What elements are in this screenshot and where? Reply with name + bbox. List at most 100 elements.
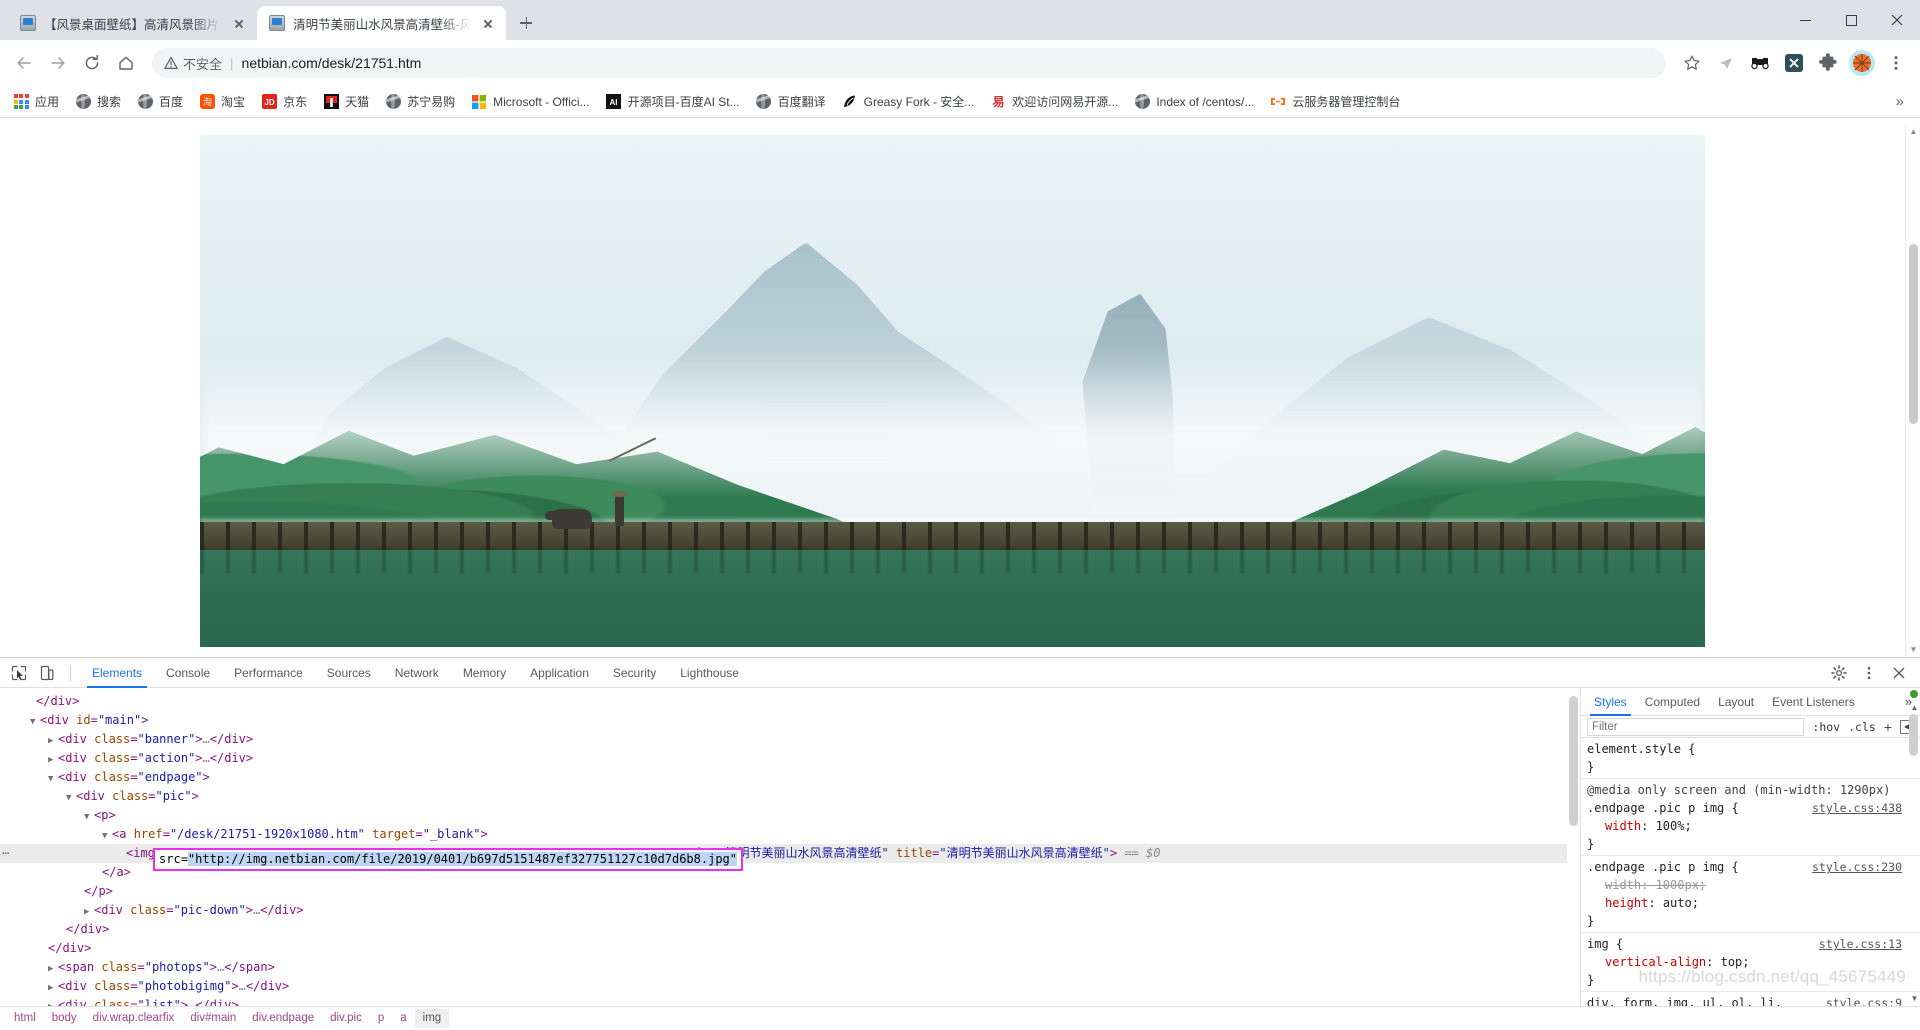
styles-tab-layout[interactable]: Layout bbox=[1709, 688, 1763, 716]
bookmark-aliyun-console[interactable]: 云服务器管理控制台 bbox=[1263, 90, 1407, 113]
styles-scrollbar[interactable]: ▲ ▼ bbox=[1907, 688, 1920, 1006]
new-tab-button[interactable] bbox=[512, 9, 540, 37]
src-attr-value[interactable]: "http://img.netbian.com/file/2019/0401/b… bbox=[187, 852, 738, 866]
rule-value[interactable]: auto; bbox=[1663, 896, 1699, 910]
breadcrumb-div-pic[interactable]: div.pic bbox=[322, 1009, 370, 1028]
bookmarks-overflow-button[interactable]: » bbox=[1886, 93, 1914, 110]
breadcrumb-div-wrap[interactable]: div.wrap.clearfix bbox=[85, 1009, 183, 1028]
styles-tab-styles[interactable]: Styles bbox=[1585, 688, 1636, 716]
dom-line[interactable]: ▼ <a href="/desk/21751-1920x1080.htm" tar… bbox=[0, 825, 1580, 844]
rule-source-link[interactable]: style.css:438 bbox=[1812, 799, 1902, 817]
bookmark-netease-open-source[interactable]: 易 欢迎访问网易开源... bbox=[983, 90, 1125, 113]
dom-line[interactable]: </div> bbox=[0, 939, 1580, 958]
scrollbar-thumb[interactable] bbox=[1909, 714, 1918, 756]
scrollbar-thumb[interactable] bbox=[1909, 244, 1918, 424]
scroll-up-arrow[interactable]: ▲ bbox=[1906, 124, 1920, 139]
dom-line[interactable]: ▼ <p> bbox=[0, 806, 1580, 825]
src-attribute-editor[interactable]: src="http://img.netbian.com/file/2019/04… bbox=[153, 848, 744, 871]
devtools-tab-performance[interactable]: Performance bbox=[223, 658, 314, 688]
close-window-button[interactable] bbox=[1874, 0, 1920, 40]
scrollbar-thumb[interactable] bbox=[1569, 696, 1578, 826]
rule-source-link[interactable]: style.css:13 bbox=[1819, 935, 1902, 953]
rule-property[interactable]: width bbox=[1605, 819, 1641, 833]
dom-line[interactable]: </div> bbox=[0, 692, 1580, 711]
three-dot-menu-icon[interactable] bbox=[1856, 661, 1882, 685]
style-rule-reset[interactable]: div, form, img, ul, ol, li, dl, dt, dd {… bbox=[1581, 992, 1920, 1006]
styles-tab-computed[interactable]: Computed bbox=[1636, 688, 1709, 716]
bookmark-baidu-ai-studio[interactable]: AI 开源项目-百度AI St... bbox=[599, 90, 747, 113]
rule-property[interactable]: height bbox=[1605, 896, 1648, 910]
bookmark-microsoft[interactable]: Microsoft - Offici... bbox=[464, 91, 596, 113]
devtools-tab-console[interactable]: Console bbox=[155, 658, 221, 688]
security-warning[interactable]: 不安全 bbox=[164, 54, 222, 73]
close-tab-icon[interactable] bbox=[480, 15, 496, 31]
bookmark-baidu[interactable]: 百度 bbox=[130, 90, 190, 113]
dom-line[interactable]: </p> bbox=[0, 882, 1580, 901]
breadcrumb-img[interactable]: img bbox=[414, 1009, 450, 1028]
dom-line[interactable]: ▶ <span class="photops">…</span> bbox=[0, 958, 1580, 977]
dom-tree-scrollbar[interactable] bbox=[1567, 688, 1580, 1006]
devtools-tab-application[interactable]: Application bbox=[519, 658, 600, 688]
scroll-down-arrow[interactable]: ▼ bbox=[1909, 993, 1920, 1004]
devtools-tab-network[interactable]: Network bbox=[384, 658, 450, 688]
devtools-tab-security[interactable]: Security bbox=[602, 658, 667, 688]
dom-line[interactable]: ▼ <div class="endpage"> bbox=[0, 768, 1580, 787]
wallpaper-image[interactable] bbox=[200, 135, 1705, 647]
rule-source-link[interactable]: style.css:230 bbox=[1812, 858, 1902, 876]
page-scrollbar[interactable]: ▲ ▼ bbox=[1905, 124, 1920, 657]
style-rule-endpage-img[interactable]: .endpage .pic p img {style.css:230 width… bbox=[1581, 856, 1920, 934]
style-rule-element-style[interactable]: element.style { } bbox=[1581, 738, 1920, 780]
paper-plane-extension-icon[interactable] bbox=[1712, 49, 1740, 77]
bookmark-baidu-translate[interactable]: 百度翻译 bbox=[749, 90, 833, 113]
reload-icon[interactable] bbox=[76, 47, 108, 79]
dom-line[interactable]: </div> bbox=[0, 920, 1580, 939]
styles-filter-input[interactable] bbox=[1587, 717, 1805, 736]
binoculars-extension-icon[interactable] bbox=[1746, 49, 1774, 77]
dom-line[interactable]: ▼ <div id="main"> bbox=[0, 711, 1580, 730]
address-bar[interactable]: 不安全 | netbian.com/desk/21751.htm bbox=[152, 48, 1666, 78]
dom-line[interactable]: ▶<div class="list">…</div> bbox=[0, 996, 1580, 1006]
breadcrumb-p[interactable]: p bbox=[370, 1009, 392, 1028]
rule-value[interactable]: 100%; bbox=[1656, 819, 1692, 833]
rule-source-link[interactable]: style.css:9 bbox=[1826, 994, 1902, 1006]
devtools-tab-sources[interactable]: Sources bbox=[316, 658, 382, 688]
browser-tab-1[interactable]: 【风景桌面壁纸】高清风景图片- bbox=[8, 6, 257, 40]
breadcrumb-div-endpage[interactable]: div.endpage bbox=[244, 1009, 322, 1028]
close-icon[interactable] bbox=[1886, 661, 1912, 685]
new-style-rule-button[interactable]: + bbox=[1884, 719, 1892, 735]
class-editor-toggle[interactable]: .cls bbox=[1848, 720, 1876, 734]
star-icon[interactable] bbox=[1676, 47, 1708, 79]
three-dot-menu-icon[interactable] bbox=[1880, 47, 1912, 79]
rule-value[interactable]: top; bbox=[1721, 955, 1750, 969]
dom-line[interactable]: ▶ <div class="banner">…</div> bbox=[0, 730, 1580, 749]
dom-line[interactable]: ▶ <div class="pic-down">…</div> bbox=[0, 901, 1580, 920]
bookmark-centos-index[interactable]: Index of /centos/... bbox=[1127, 91, 1261, 113]
x-extension-icon[interactable] bbox=[1780, 49, 1808, 77]
rule-property[interactable]: vertical-align bbox=[1605, 955, 1706, 969]
bookmark-tmall[interactable]: 天猫 bbox=[316, 90, 376, 113]
close-tab-icon[interactable] bbox=[231, 15, 247, 31]
devtools-tab-memory[interactable]: Memory bbox=[452, 658, 517, 688]
breadcrumb-body[interactable]: body bbox=[44, 1009, 85, 1028]
bookmark-apps[interactable]: 应用 bbox=[6, 90, 66, 113]
dom-line[interactable]: ▶ <div class="photobigimg">…</div> bbox=[0, 977, 1580, 996]
style-rule-media-endpage-img[interactable]: @media only screen and (min-width: 1290p… bbox=[1581, 779, 1920, 857]
bookmark-suning[interactable]: 苏宁易购 bbox=[378, 90, 462, 113]
toggle-device-toolbar-icon[interactable] bbox=[34, 661, 60, 685]
maximize-window-button[interactable] bbox=[1828, 0, 1874, 40]
bookmark-greasy-fork[interactable]: Greasy Fork - 安全... bbox=[835, 90, 982, 113]
dom-line[interactable]: ▼ <div class="pic"> bbox=[0, 787, 1580, 806]
gear-icon[interactable] bbox=[1826, 661, 1852, 685]
hover-state-toggle[interactable]: :hov bbox=[1812, 720, 1840, 734]
breadcrumb-a[interactable]: a bbox=[392, 1009, 414, 1028]
scroll-up-arrow[interactable]: ▲ bbox=[1909, 702, 1920, 713]
breadcrumb-html[interactable]: html bbox=[6, 1009, 44, 1028]
basketball-profile-avatar[interactable] bbox=[1848, 49, 1876, 77]
styles-rules-list[interactable]: element.style { } @media only screen and… bbox=[1581, 738, 1920, 1006]
breadcrumb-div-main[interactable]: div#main bbox=[182, 1009, 244, 1028]
bookmark-jd[interactable]: JD 京东 bbox=[254, 90, 314, 113]
style-rule-img[interactable]: img {style.css:13 vertical-align: top; } bbox=[1581, 933, 1920, 993]
browser-tab-2[interactable]: 清明节美丽山水风景高清壁纸-风 bbox=[257, 6, 507, 40]
scroll-down-arrow[interactable]: ▼ bbox=[1906, 642, 1920, 657]
devtools-tab-lighthouse[interactable]: Lighthouse bbox=[669, 658, 750, 688]
